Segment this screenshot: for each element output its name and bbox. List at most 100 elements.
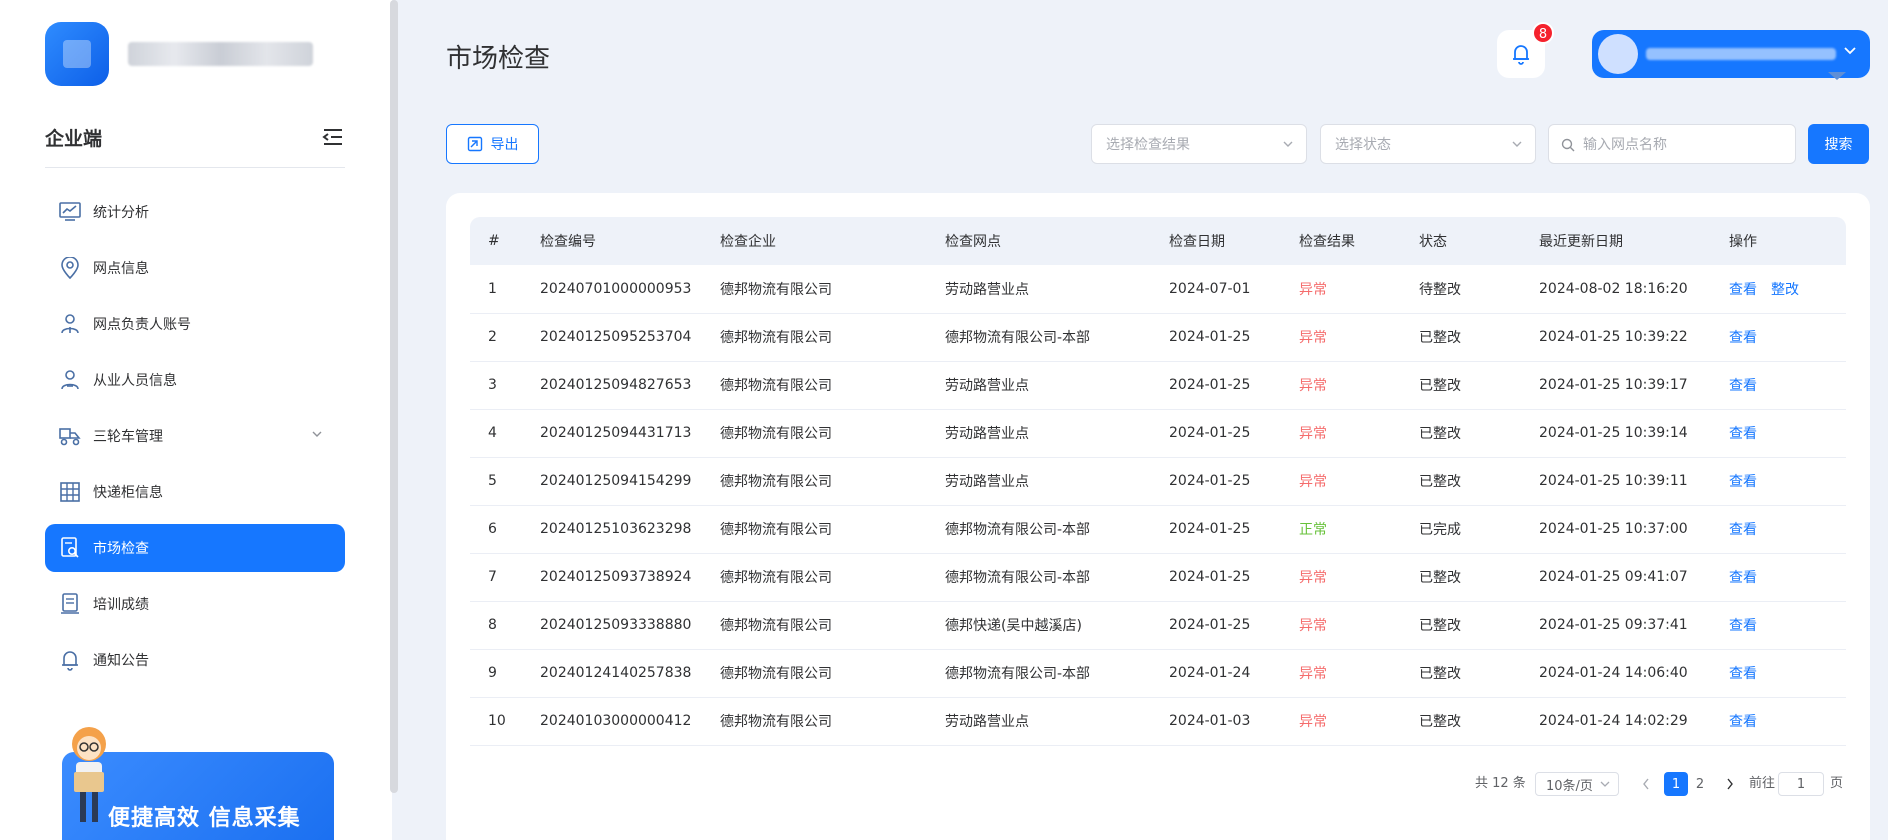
search-input[interactable]: 输入网点名称	[1548, 124, 1796, 164]
status-select[interactable]: 选择状态	[1320, 124, 1536, 164]
export-button[interactable]: 导出	[446, 124, 539, 164]
cell-code: 20240103000000412	[540, 713, 692, 729]
table-row: 10 20240103000000412 德邦物流有限公司 劳动路营业点 2024-01…	[470, 697, 1846, 745]
mascot-illustration	[72, 727, 106, 822]
cell-result: 正常	[1299, 522, 1327, 538]
cell-date: 2024-01-03	[1169, 713, 1251, 729]
cell-code: 20240701000000953	[540, 280, 692, 297]
user-badge-icon	[59, 369, 81, 391]
sidebar-item-notices[interactable]: 通知公告	[45, 636, 345, 684]
sidebar-item-staff[interactable]: 从业人员信息	[45, 356, 345, 404]
table-row: 9 20240124140257838 德邦物流有限公司 德邦物流有限公司-本部 202…	[470, 649, 1846, 697]
cell-status: 已整改	[1419, 474, 1461, 490]
column-header: 检查网点	[945, 234, 1001, 250]
cell-result: 异常	[1299, 474, 1327, 490]
table-row: 5 20240125094154299 德邦物流有限公司 劳动路营业点 2024-01-…	[470, 457, 1846, 505]
page-title: 市场检查	[446, 44, 551, 74]
sidebar-item-label: 三轮车管理	[93, 429, 163, 445]
view-link[interactable]: 查看	[1729, 618, 1757, 634]
cell-company: 德邦物流有限公司	[720, 618, 832, 634]
view-link[interactable]: 查看	[1729, 282, 1757, 298]
column-header: 状态	[1419, 234, 1447, 250]
table-row: 1 20240701000000953 德邦物流有限公司 劳动路营业点 2024-07-…	[470, 265, 1846, 313]
chevron-left-icon	[1643, 778, 1649, 790]
cell-site: 德邦快递(吴中越溪店)	[945, 618, 1082, 634]
sidebar-item-statistics[interactable]: 统计分析	[45, 188, 345, 236]
cell-idx: 8	[488, 617, 497, 633]
chart-icon	[59, 201, 81, 223]
sidebar-item-label: 网点负责人账号	[93, 317, 191, 333]
sidebar-item-label: 网点信息	[93, 261, 149, 277]
cell-code: 20240124140257838	[540, 665, 692, 681]
sidebar-item-sites[interactable]: 网点信息	[45, 244, 345, 292]
sidebar-item-training-scores[interactable]: 培训成绩	[45, 580, 345, 628]
chevron-down-icon[interactable]	[1843, 46, 1857, 56]
table-row: 8 20240125093338880 德邦物流有限公司 德邦快递(吴中越溪店) 202…	[470, 601, 1846, 649]
cell-date: 2024-01-25	[1169, 617, 1251, 633]
cell-company: 德邦物流有限公司	[720, 426, 832, 442]
cell-site: 德邦物流有限公司-本部	[945, 666, 1091, 682]
view-link[interactable]: 查看	[1729, 330, 1757, 346]
page-button-1[interactable]: 1	[1664, 772, 1688, 796]
cell-actions: 查看 整改	[1711, 265, 1846, 313]
cell-company: 德邦物流有限公司	[720, 714, 832, 730]
goto-suffix: 页	[1830, 776, 1844, 791]
cell-result: 异常	[1299, 570, 1327, 586]
cell-site: 劳动路营业点	[945, 426, 1029, 442]
menu-collapse-icon[interactable]	[322, 128, 344, 146]
cell-idx: 5	[488, 473, 497, 489]
result-select[interactable]: 选择检查结果	[1091, 124, 1307, 164]
view-link[interactable]: 查看	[1729, 522, 1757, 538]
cell-code: 20240125103623298	[540, 521, 692, 537]
cell-actions: 查看	[1711, 553, 1846, 601]
cell-status: 已整改	[1419, 714, 1461, 730]
view-link[interactable]: 查看	[1729, 378, 1757, 394]
view-link[interactable]: 查看	[1729, 426, 1757, 442]
inspection-icon	[59, 537, 81, 559]
cell-date: 2024-01-25	[1169, 329, 1251, 345]
sidebar-item-site-managers[interactable]: 网点负责人账号	[45, 300, 345, 348]
app-logo	[45, 22, 109, 86]
page-size-select[interactable]: 10条/页	[1535, 772, 1619, 796]
sidebar-item-lockers[interactable]: 快递柜信息	[45, 468, 345, 516]
cell-idx: 4	[488, 425, 497, 441]
sidebar-divider	[45, 167, 345, 168]
column-header: 操作	[1729, 234, 1757, 250]
table-header-row: # 检查编号 检查企业 检查网点 检查日期 检查结果 状态 最近更新日期 操作	[470, 217, 1846, 265]
bell-icon	[59, 649, 81, 671]
sidebar-item-market-inspection[interactable]: 市场检查	[45, 524, 345, 572]
page-size-value: 10条/页	[1546, 778, 1593, 794]
search-button[interactable]: 搜索	[1808, 124, 1869, 164]
view-link[interactable]: 查看	[1729, 474, 1757, 490]
cell-site: 劳动路营业点	[945, 281, 1029, 298]
cell-result: 异常	[1299, 281, 1327, 298]
view-link[interactable]: 查看	[1729, 714, 1757, 730]
sidebar-menu: 统计分析 网点信息 网点负责人账号 从业人员信息 三轮车管理 快递柜信息 市场检…	[45, 188, 345, 692]
chevron-down-icon	[312, 431, 322, 437]
search-placeholder: 输入网点名称	[1583, 137, 1667, 153]
search-icon	[1561, 138, 1575, 152]
table-row: 2 20240125095253704 德邦物流有限公司 德邦物流有限公司-本部 202…	[470, 313, 1846, 361]
column-header: 检查结果	[1299, 234, 1355, 250]
view-link[interactable]: 查看	[1729, 570, 1757, 586]
rectify-link[interactable]: 整改	[1771, 282, 1799, 298]
cell-company: 德邦物流有限公司	[720, 330, 832, 346]
location-icon	[59, 257, 81, 279]
goto-page-input[interactable]: 1	[1778, 772, 1824, 796]
cell-company: 德邦物流有限公司	[720, 378, 832, 394]
sidebar-item-tricycles[interactable]: 三轮车管理	[45, 412, 345, 460]
user-menu-pointer	[1828, 72, 1846, 80]
cell-site: 德邦物流有限公司-本部	[945, 330, 1091, 346]
bell-icon	[1513, 45, 1529, 65]
avatar[interactable]	[1598, 34, 1638, 74]
cell-company: 德邦物流有限公司	[720, 522, 832, 538]
page-button-2[interactable]: 2	[1688, 772, 1712, 796]
cell-date: 2024-01-24	[1169, 665, 1251, 681]
cell-date: 2024-01-25	[1169, 425, 1251, 441]
prev-page-button[interactable]	[1634, 772, 1658, 796]
next-page-button[interactable]	[1718, 772, 1742, 796]
sidebar-scrollbar[interactable]	[390, 0, 398, 793]
view-link[interactable]: 查看	[1729, 666, 1757, 682]
cell-status: 已整改	[1419, 330, 1461, 346]
cell-actions: 查看	[1711, 649, 1846, 697]
